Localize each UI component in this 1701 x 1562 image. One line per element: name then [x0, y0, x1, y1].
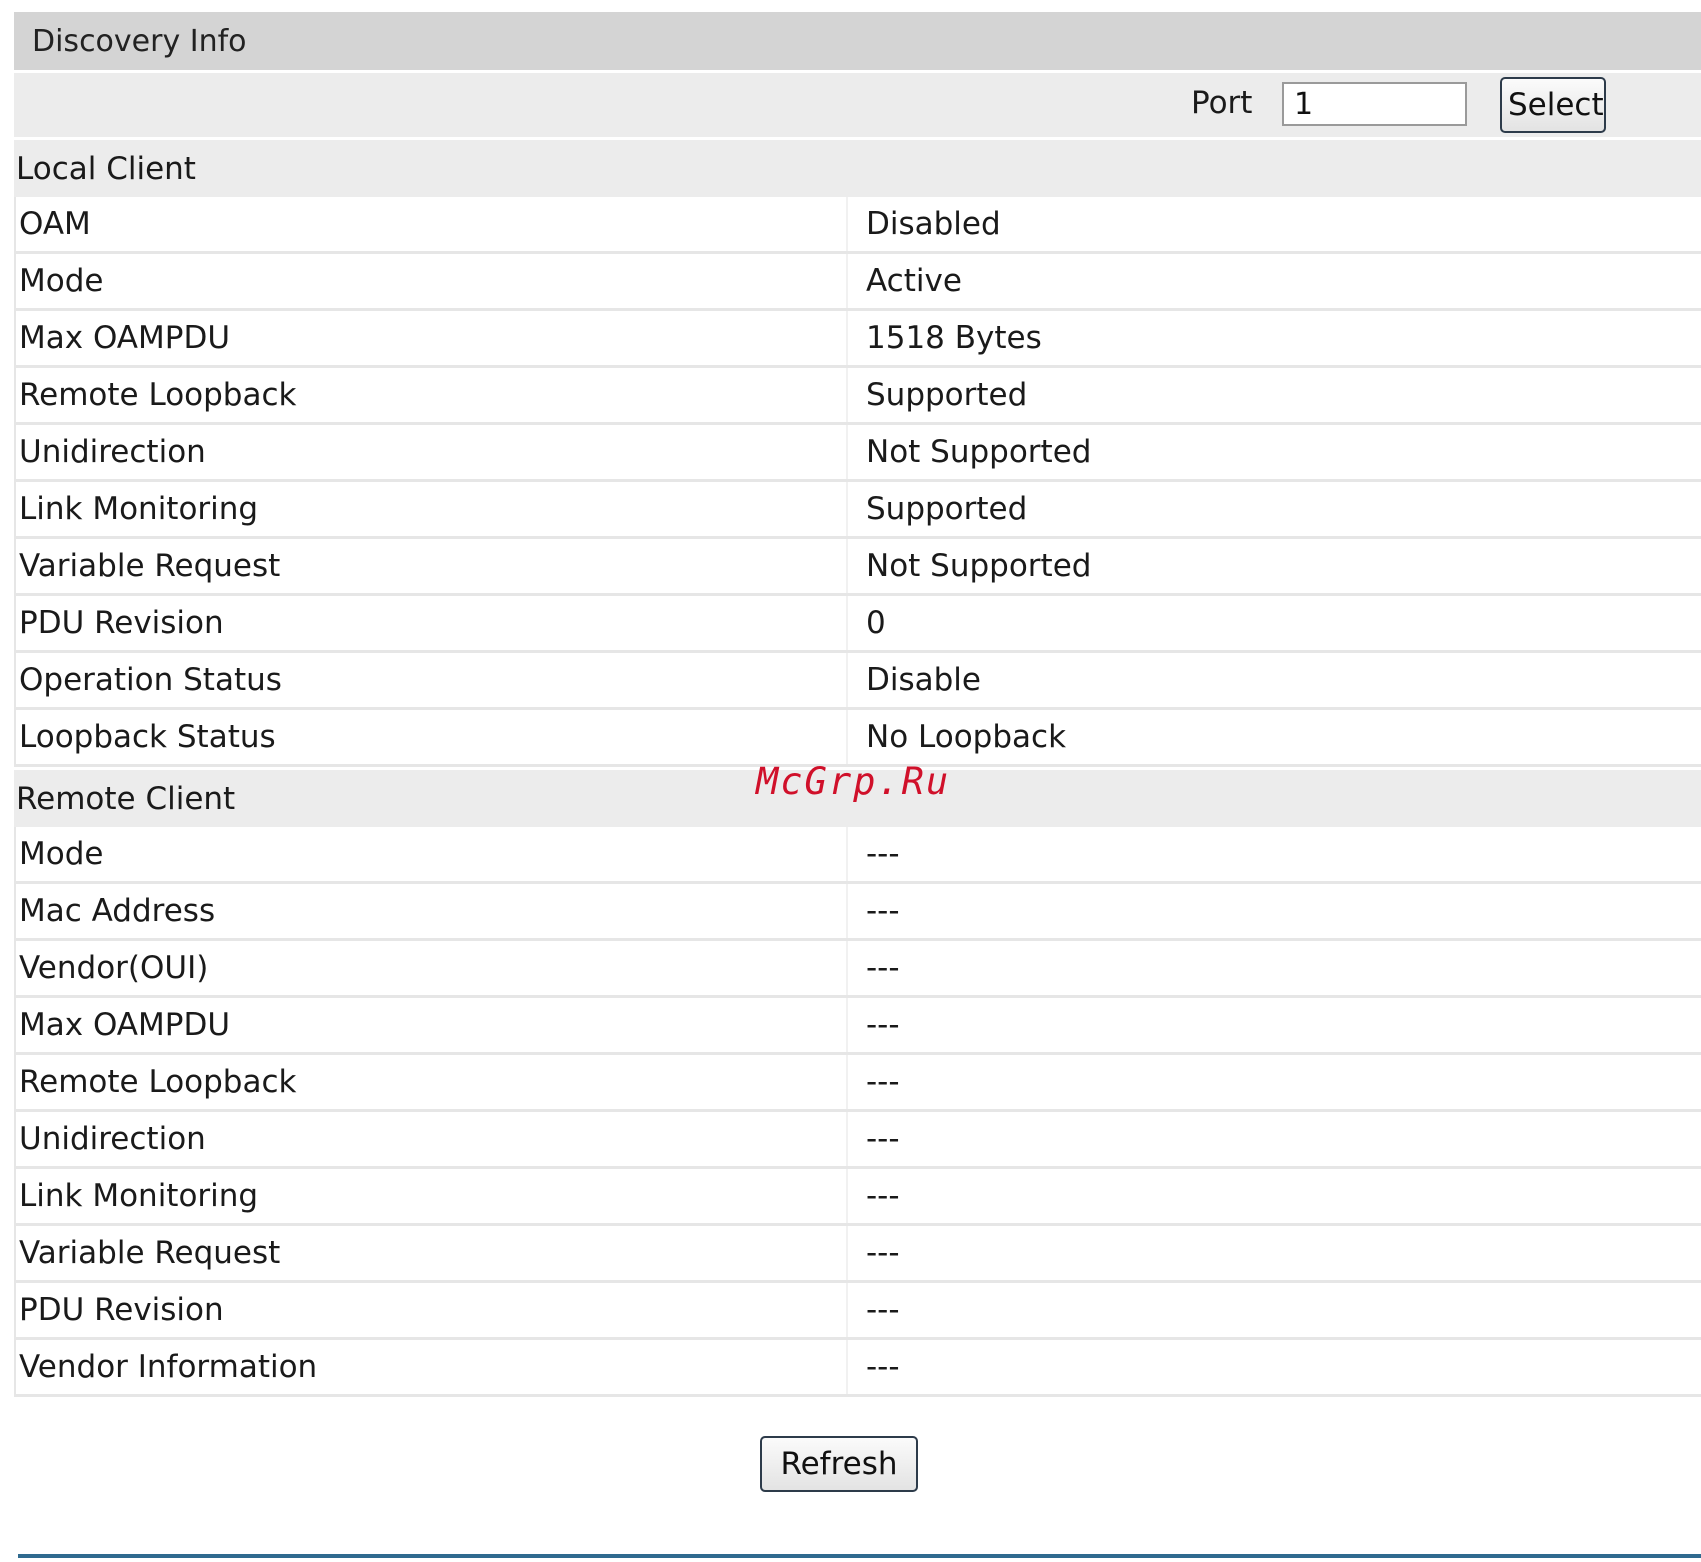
- table-row: Variable Request Not Supported: [14, 539, 1701, 596]
- table-row: Variable Request ---: [14, 1226, 1701, 1283]
- row-value: ---: [866, 1349, 900, 1385]
- table-row: Link Monitoring ---: [14, 1169, 1701, 1226]
- row-value: Supported: [866, 491, 1028, 527]
- row-value: ---: [866, 1121, 900, 1157]
- row-label: PDU Revision: [16, 596, 848, 650]
- table-row: Operation Status Disable: [14, 653, 1701, 710]
- row-value: ---: [866, 1178, 900, 1214]
- row-value: 0: [866, 605, 886, 641]
- row-label: Remote Loopback: [16, 368, 848, 422]
- row-value: ---: [866, 836, 900, 872]
- footer-divider: [18, 1554, 1701, 1558]
- row-label: Unidirection: [16, 425, 848, 479]
- port-selector-row: Port Select: [14, 70, 1701, 137]
- row-value: ---: [866, 1235, 900, 1271]
- remote-client-table: Mode --- Mac Address --- Vendor(OUI) --- Ma…: [14, 827, 1701, 1397]
- row-label: PDU Revision: [16, 1283, 848, 1337]
- table-row: Mac Address ---: [14, 884, 1701, 941]
- row-label: Vendor(OUI): [16, 941, 848, 995]
- table-row: Vendor(OUI) ---: [14, 941, 1701, 998]
- discovery-info-panel: Discovery Info Port Select Local Client …: [14, 12, 1701, 1397]
- remote-client-header: Remote Client: [14, 767, 1701, 827]
- row-label: Max OAMPDU: [16, 311, 848, 365]
- row-label: Max OAMPDU: [16, 998, 848, 1052]
- table-row: Mode Active: [14, 254, 1701, 311]
- table-row: Max OAMPDU 1518 Bytes: [14, 311, 1701, 368]
- row-value: Supported: [866, 377, 1028, 413]
- panel-title: Discovery Info: [14, 12, 1701, 70]
- table-row: Vendor Information ---: [14, 1340, 1701, 1397]
- row-value: Not Supported: [866, 434, 1092, 470]
- row-value: ---: [866, 950, 900, 986]
- row-value: Active: [866, 263, 962, 299]
- refresh-button[interactable]: Refresh: [760, 1436, 918, 1492]
- local-client-header: Local Client: [14, 137, 1701, 197]
- table-row: Remote Loopback ---: [14, 1055, 1701, 1112]
- row-value: Not Supported: [866, 548, 1092, 584]
- row-value: Disable: [866, 662, 981, 698]
- select-button[interactable]: Select: [1500, 77, 1606, 133]
- row-label: Loopback Status: [16, 710, 848, 764]
- table-row: Loopback Status No Loopback: [14, 710, 1701, 767]
- row-value: ---: [866, 893, 900, 929]
- row-label: Mac Address: [16, 884, 848, 938]
- row-value: ---: [866, 1292, 900, 1328]
- table-row: Link Monitoring Supported: [14, 482, 1701, 539]
- local-client-table: OAM Disabled Mode Active Max OAMPDU 1518 By…: [14, 197, 1701, 767]
- table-row: Remote Loopback Supported: [14, 368, 1701, 425]
- table-row: Max OAMPDU ---: [14, 998, 1701, 1055]
- row-label: OAM: [16, 197, 848, 251]
- row-value: ---: [866, 1007, 900, 1043]
- row-label: Variable Request: [16, 539, 848, 593]
- row-value: No Loopback: [866, 719, 1067, 755]
- port-input[interactable]: [1282, 82, 1467, 126]
- row-value: 1518 Bytes: [866, 320, 1042, 356]
- port-label: Port: [1191, 85, 1253, 121]
- row-label: Vendor Information: [16, 1340, 848, 1394]
- table-row: Mode ---: [14, 827, 1701, 884]
- table-row: Unidirection ---: [14, 1112, 1701, 1169]
- table-row: Unidirection Not Supported: [14, 425, 1701, 482]
- row-label: Link Monitoring: [16, 1169, 848, 1223]
- table-row: PDU Revision ---: [14, 1283, 1701, 1340]
- row-label: Variable Request: [16, 1226, 848, 1280]
- row-label: Mode: [16, 254, 848, 308]
- row-label: Operation Status: [16, 653, 848, 707]
- row-value: Disabled: [866, 206, 1001, 242]
- table-row: OAM Disabled: [14, 197, 1701, 254]
- row-label: Link Monitoring: [16, 482, 848, 536]
- row-label: Mode: [16, 827, 848, 881]
- row-value: ---: [866, 1064, 900, 1100]
- row-label: Unidirection: [16, 1112, 848, 1166]
- row-label: Remote Loopback: [16, 1055, 848, 1109]
- table-row: PDU Revision 0: [14, 596, 1701, 653]
